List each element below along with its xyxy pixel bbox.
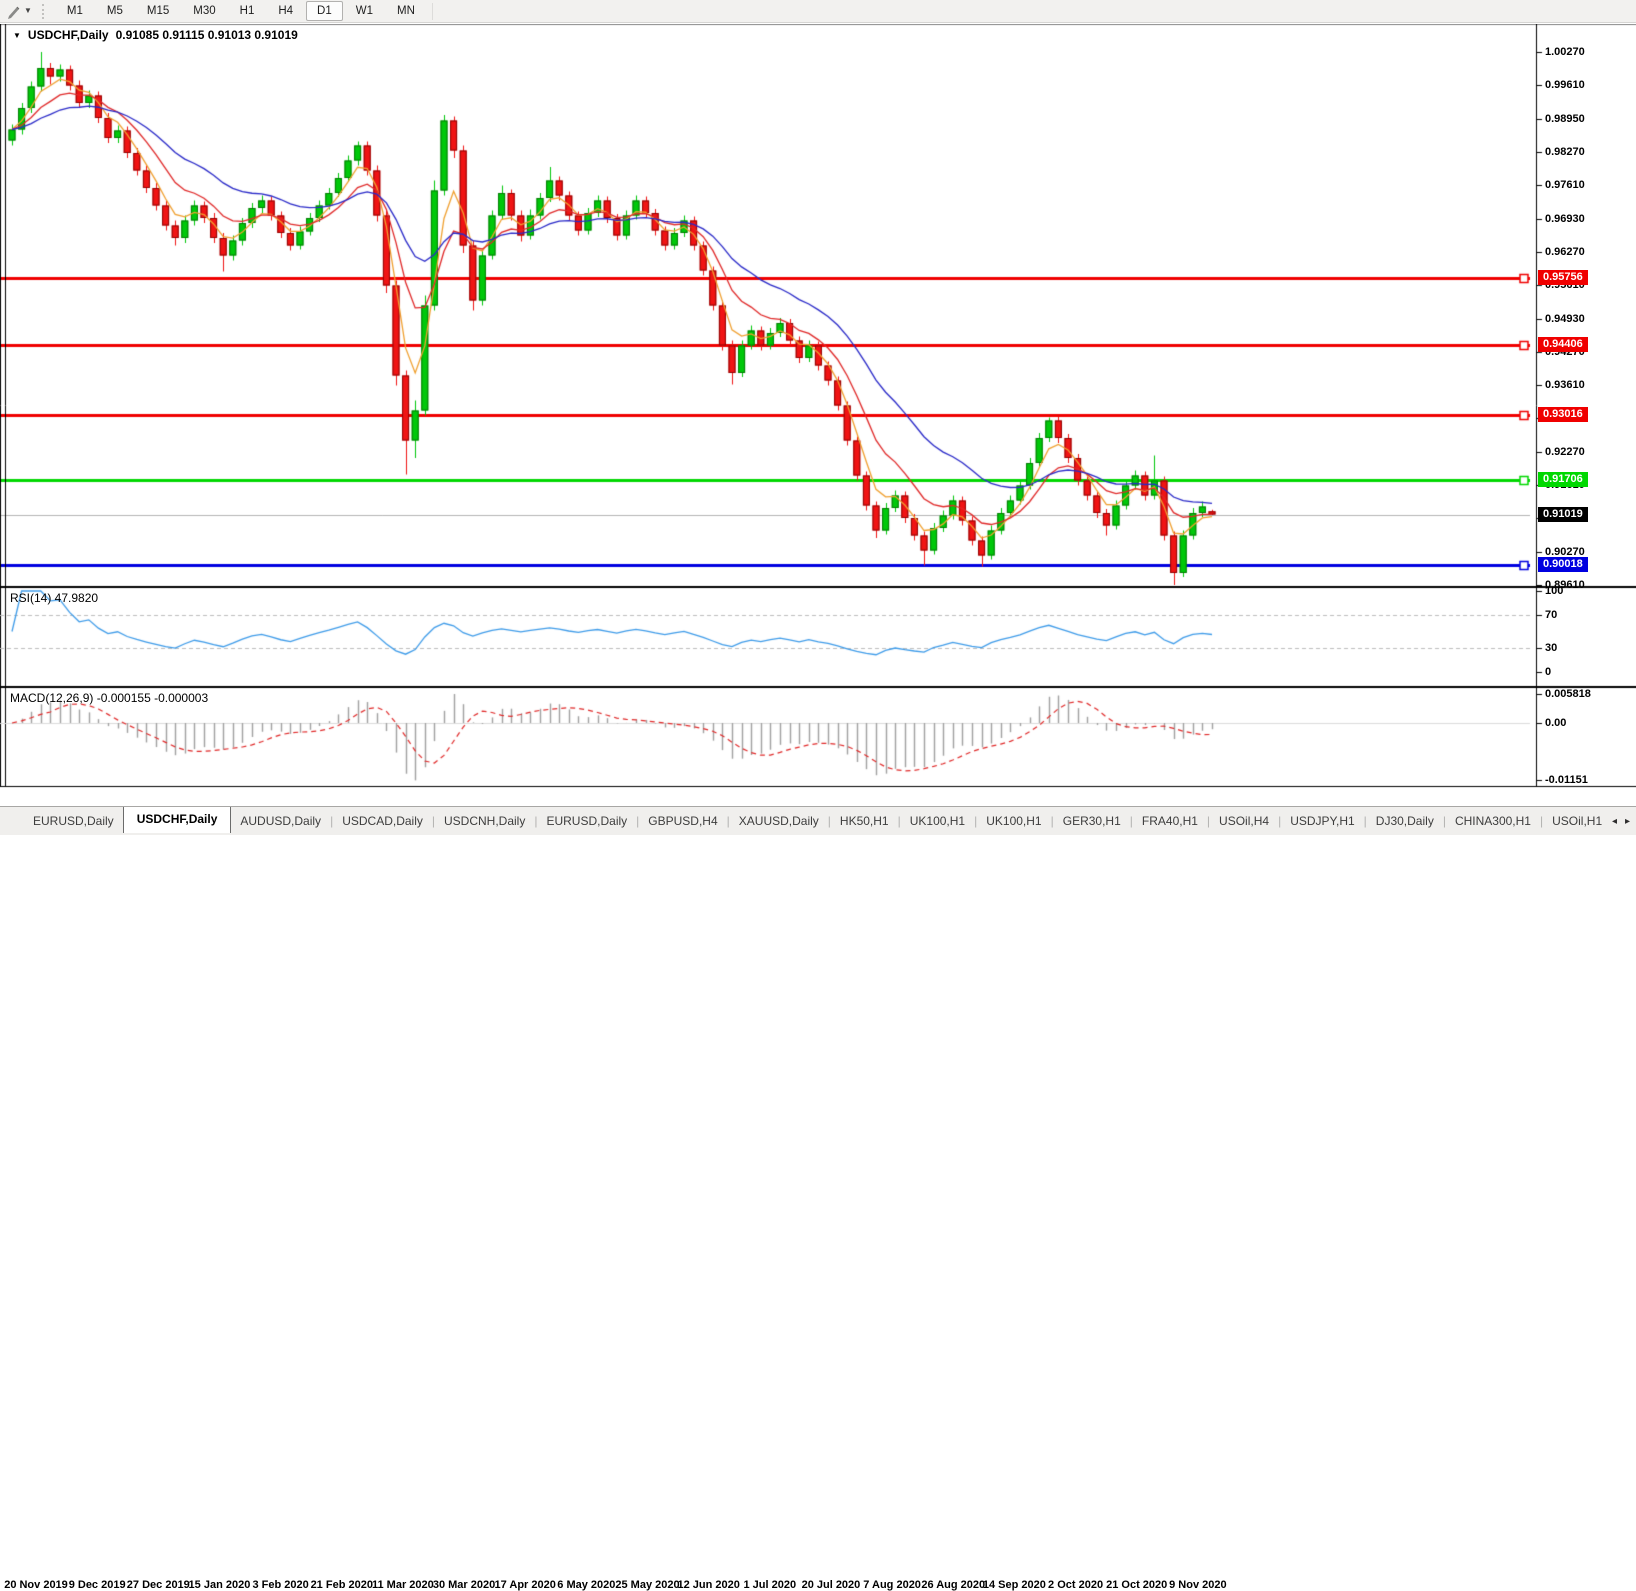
rsi-axis-label: 100: [1545, 585, 1563, 598]
date-tick-label: 30 Mar 2020: [433, 1579, 495, 1591]
date-tick-label: 26 Aug 2020: [921, 1579, 985, 1591]
date-tick-label: 21 Oct 2020: [1106, 1579, 1167, 1591]
macd-indicator-label: MACD(12,26,9) -0.000155 -0.000003: [10, 691, 208, 705]
chart-tab-audusd-daily[interactable]: AUDUSD,Daily: [231, 810, 330, 832]
price-chart-canvas[interactable]: [0, 24, 1636, 788]
rsi-axis-label: 30: [1545, 642, 1557, 655]
rsi-axis-label: 0: [1545, 666, 1551, 679]
price-tick-label: 0.98950: [1545, 113, 1585, 126]
timeframe-button-m5[interactable]: M5: [96, 1, 134, 21]
dropdown-caret-icon[interactable]: ▼: [24, 7, 32, 15]
timeframe-button-d1[interactable]: D1: [306, 1, 343, 21]
chart-tab-usdcnh-daily[interactable]: USDCNH,Daily: [435, 810, 534, 832]
timeframe-button-m15[interactable]: M15: [136, 1, 180, 21]
chart-tab-dj30-daily[interactable]: DJ30,Daily: [1367, 810, 1443, 832]
date-tick-label: 14 Sep 2020: [983, 1579, 1046, 1591]
date-tick-label: 15 Jan 2020: [189, 1579, 251, 1591]
chart-tab-china300-h1[interactable]: CHINA300,H1: [1446, 810, 1540, 832]
price-tick-label: 0.94930: [1545, 313, 1585, 326]
price-tick-label: 0.98270: [1545, 146, 1585, 159]
date-tick-label: 11 Mar 2020: [372, 1579, 434, 1591]
level-price-badge: 0.91706: [1538, 472, 1588, 487]
date-tick-label: 25 May 2020: [615, 1579, 679, 1591]
chart-tab-ger30-h1[interactable]: GER30,H1: [1054, 810, 1130, 832]
toolbar-grip[interactable]: [42, 4, 47, 19]
chart-tab-uk100-h1[interactable]: UK100,H1: [977, 810, 1050, 832]
toolbar-separator: [432, 3, 433, 20]
chart-tab-fra40-h1[interactable]: FRA40,H1: [1133, 810, 1207, 832]
chart-tab-usdjpy-h1[interactable]: USDJPY,H1: [1281, 810, 1363, 832]
price-tick-label: 0.92270: [1545, 446, 1585, 459]
date-tick-label: 12 Jun 2020: [677, 1579, 739, 1591]
macd-axis-label: 0.00: [1545, 717, 1566, 730]
timeframe-button-h4[interactable]: H4: [267, 1, 304, 21]
tab-scroll-arrows: ◂ ▸: [1606, 807, 1636, 835]
level-price-badge: 0.90018: [1538, 557, 1588, 572]
date-tick-label: 2 Oct 2020: [1048, 1579, 1103, 1591]
price-tick-label: 0.96270: [1545, 246, 1585, 259]
price-tick-label: 0.99610: [1545, 79, 1585, 92]
date-tick-label: 20 Jul 2020: [802, 1579, 861, 1591]
date-tick-label: 21 Feb 2020: [311, 1579, 373, 1591]
date-tick-label: 20 Nov 2019: [4, 1579, 68, 1591]
chart-tab-usdchf-daily[interactable]: USDCHF,Daily: [123, 806, 232, 833]
timeframe-toolbar: ▼ M1M5M15M30H1H4D1W1MN: [0, 0, 1636, 23]
chart-tab-uk100-h1[interactable]: UK100,H1: [901, 810, 974, 832]
timeframe-button-m30[interactable]: M30: [182, 1, 226, 21]
date-tick-label: 6 May 2020: [557, 1579, 615, 1591]
chart-symbol-label: USDCHF,Daily: [28, 28, 109, 42]
trading-terminal: { "colors":{ "up_candle":"#00c80a","up_b…: [0, 0, 1636, 835]
chart-tab-gbpusd-h4[interactable]: GBPUSD,H4: [639, 810, 726, 832]
chart-tab-usoil-h4[interactable]: USOil,H4: [1210, 810, 1278, 832]
timeframe-button-h1[interactable]: H1: [229, 1, 266, 21]
date-tick-label: 3 Feb 2020: [252, 1579, 308, 1591]
price-tick-label: 1.00270: [1545, 46, 1585, 59]
date-tick-label: 9 Dec 2019: [69, 1579, 126, 1591]
tab-scroll-left-button[interactable]: ◂: [1612, 816, 1617, 827]
date-tick-label: 9 Nov 2020: [1169, 1579, 1226, 1591]
chart-tab-bar: EURUSD,DailyUSDCHF,DailyAUDUSD,Daily|USD…: [0, 806, 1636, 835]
macd-axis-label: 0.005818: [1545, 688, 1591, 701]
timeframe-buttons: M1M5M15M30H1H4D1W1MN: [55, 1, 427, 21]
tab-scroll-right-button[interactable]: ▸: [1625, 816, 1630, 827]
rsi-indicator-label: RSI(14) 47.9820: [10, 591, 98, 605]
price-tick-label: 0.96930: [1545, 213, 1585, 226]
date-axis[interactable]: 20 Nov 20199 Dec 201927 Dec 201915 Jan 2…: [0, 788, 1636, 806]
date-tick-label: 7 Aug 2020: [863, 1579, 921, 1591]
chart-tab-eurusd-daily[interactable]: EURUSD,Daily: [24, 810, 123, 832]
chart-tab-usdcad-daily[interactable]: USDCAD,Daily: [333, 810, 432, 832]
chart-tab-hk50-h1[interactable]: HK50,H1: [831, 810, 898, 832]
level-price-badge: 0.95756: [1538, 270, 1588, 285]
chart-tab-xauusd-daily[interactable]: XAUUSD,Daily: [730, 810, 828, 832]
macd-axis-label: -0.01151: [1545, 774, 1588, 787]
level-price-badge: 0.94406: [1538, 337, 1588, 352]
chart-ohlc-values: 0.91085 0.91115 0.91013 0.91019: [116, 28, 298, 42]
date-tick-label: 17 Apr 2020: [495, 1579, 556, 1591]
timeframe-button-m1[interactable]: M1: [56, 1, 94, 21]
chart-tab-usoil-h1[interactable]: USOil,H1: [1543, 810, 1611, 832]
date-tick-label: 1 Jul 2020: [744, 1579, 797, 1591]
date-tick-label: 27 Dec 2019: [127, 1579, 190, 1591]
timeframe-button-w1[interactable]: W1: [345, 1, 384, 21]
chart-title: ▼ USDCHF,Daily 0.91085 0.91115 0.91013 0…: [13, 28, 298, 42]
level-price-badge: 0.93016: [1538, 407, 1588, 422]
cursor-tool-icon: [6, 4, 22, 19]
level-price-badge: 0.91019: [1538, 507, 1588, 522]
price-tick-label: 0.93610: [1545, 379, 1585, 392]
cursor-tool-button[interactable]: ▼: [0, 4, 38, 19]
price-tick-label: 0.97610: [1545, 179, 1585, 192]
chart-tab-eurusd-daily[interactable]: EURUSD,Daily: [537, 810, 636, 832]
rsi-axis-label: 70: [1545, 609, 1557, 622]
timeframe-button-mn[interactable]: MN: [386, 1, 426, 21]
chart-menu-icon[interactable]: ▼: [13, 31, 21, 40]
